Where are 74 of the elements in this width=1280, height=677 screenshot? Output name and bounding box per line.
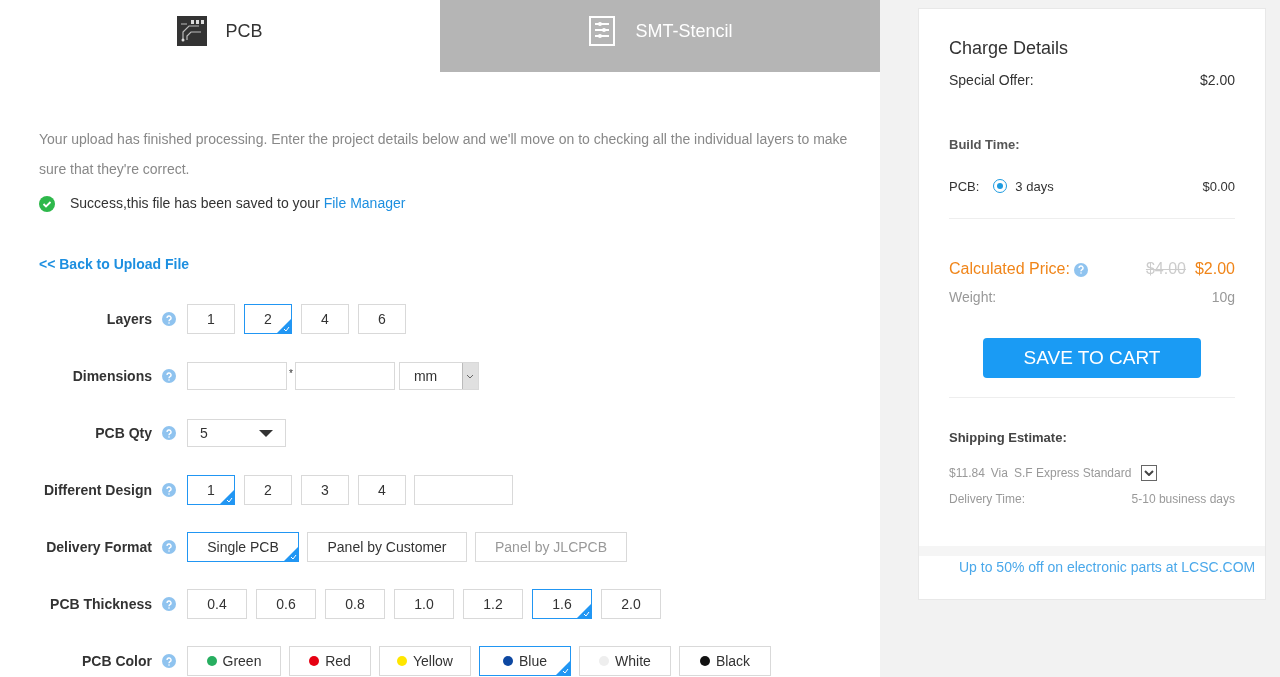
help-icon[interactable] [162, 654, 176, 668]
option-button[interactable]: 6 [358, 304, 406, 334]
pcb-label: PCB: [949, 177, 980, 196]
charge-title: Charge Details [949, 37, 1070, 60]
option-button[interactable]: 1.0 [394, 589, 454, 619]
delivery-time-value: 5-10 business days [1131, 490, 1235, 508]
calculated-price-label: Calculated Price: [949, 259, 1070, 279]
check-corner-icon [220, 490, 234, 504]
field-label: Delivery Format [46, 537, 152, 557]
help-icon[interactable] [162, 369, 176, 383]
option-button[interactable]: 0.6 [256, 589, 316, 619]
build-option-label: 3 days [1015, 177, 1054, 196]
option-button[interactable]: 0.4 [187, 589, 247, 619]
special-offer-label: Special Offer: [949, 71, 1034, 90]
field-label: Layers [106, 309, 152, 329]
shipping-via: Via [990, 464, 1008, 482]
option-button[interactable]: 1 [187, 304, 235, 334]
quantity-select[interactable]: 5 [187, 419, 286, 447]
weight-label: Weight: [949, 288, 997, 307]
check-circle-icon [39, 195, 55, 212]
option-button[interactable]: 1.6 [532, 589, 592, 619]
check-corner-icon [277, 319, 291, 333]
option-button[interactable]: 4 [358, 475, 406, 505]
unit-select[interactable]: mm [398, 362, 479, 390]
shipping-dropdown[interactable] [1141, 464, 1158, 481]
option-button[interactable]: 1 [187, 475, 235, 505]
help-icon[interactable] [162, 540, 176, 554]
times-sign: * [289, 367, 293, 381]
help-icon[interactable] [162, 426, 176, 440]
calculated-price: $2.00 [1194, 259, 1235, 279]
field-label: Different Design [43, 480, 152, 500]
delivery-time-label: Delivery Time: [949, 490, 1025, 508]
option-button[interactable]: Blue [479, 646, 571, 676]
success-message: Success,this file has been saved to your File Manager [70, 194, 406, 213]
shipping-label: Shipping Estimate: [949, 429, 1068, 447]
build-time-label: Build Time: [949, 136, 1021, 154]
option-button[interactable]: Green [187, 646, 281, 676]
check-corner-icon [577, 604, 591, 618]
help-icon[interactable] [162, 312, 176, 326]
option-button[interactable]: 2.0 [601, 589, 661, 619]
option-button[interactable]: Single PCB [187, 532, 299, 562]
height-input[interactable] [294, 362, 395, 390]
field-label: PCB Qty [95, 423, 152, 443]
option-button[interactable]: 1.2 [463, 589, 523, 619]
option-button[interactable]: 0.8 [325, 589, 385, 619]
help-icon[interactable] [1073, 262, 1088, 277]
option-button[interactable]: 2 [244, 475, 292, 505]
option-button[interactable]: Yellow [379, 646, 471, 676]
option-button[interactable]: White [579, 646, 671, 676]
weight-value: 10g [1211, 288, 1235, 307]
chevron-down-icon [461, 363, 478, 389]
circuit-board-icon [177, 16, 208, 46]
shipping-price: $11.84 [949, 464, 985, 482]
help-icon[interactable] [162, 483, 176, 497]
width-input[interactable] [187, 362, 287, 390]
option-button[interactable]: 4 [301, 304, 349, 334]
option-button[interactable]: Red [289, 646, 371, 676]
field-label: Dimensions [72, 366, 152, 386]
check-corner-icon [284, 547, 298, 561]
intro-text: Your upload has finished processing. Enter the project details below and we'll move on to checking all the individual layers to make sure that they're correct. [39, 130, 849, 179]
design-count-input[interactable] [414, 475, 513, 505]
option-button[interactable]: 3 [301, 475, 349, 505]
option-button[interactable]: 2 [244, 304, 292, 334]
field-label: PCB Color [82, 651, 152, 671]
option-button[interactable]: Black [679, 646, 771, 676]
field-label: PCB Thickness [50, 594, 152, 614]
file-manager-link[interactable]: File Manager [323, 195, 406, 211]
caret-down-icon [259, 429, 273, 437]
chevron-down-icon [1144, 469, 1155, 476]
help-icon[interactable] [162, 597, 176, 611]
special-offer-value: $2.00 [1199, 71, 1235, 90]
shipping-method: S.F Express Standard [1013, 464, 1132, 482]
build-price: $0.00 [1202, 177, 1235, 196]
option-button[interactable]: Panel by Customer [307, 532, 467, 562]
